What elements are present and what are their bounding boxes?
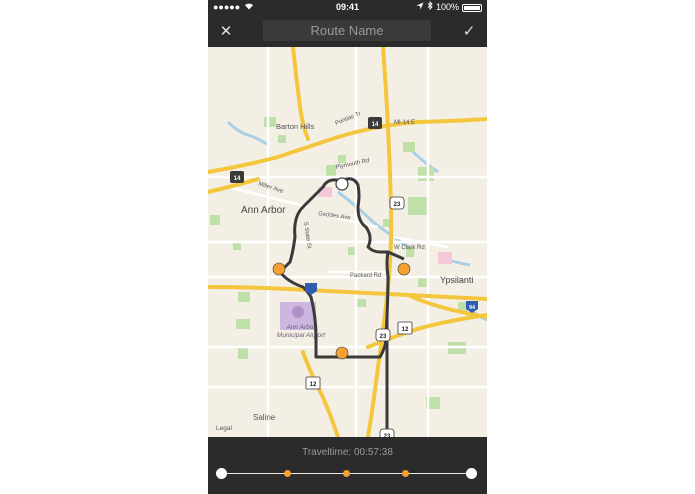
mi14e-label: MI-14 E [394, 120, 415, 126]
i14-shield-b: 14 [234, 176, 241, 182]
status-bar: ●●●●● 09:41 100% [208, 0, 487, 15]
i94-shield: 94 [469, 305, 476, 311]
traveltime-label: Traveltime: 00:57:38 [302, 447, 393, 458]
map-canvas: Ann Arbor Municipal Airport Barton Hills… [208, 47, 487, 437]
location-arrow-icon [416, 0, 424, 15]
us23-shield-b: 23 [380, 334, 387, 340]
battery-icon [462, 3, 482, 12]
airport-label-line2: Municipal Airport [277, 332, 326, 339]
barton-hills-label: Barton Hills [276, 122, 315, 131]
timeline-start-point[interactable] [216, 468, 227, 479]
timeline-stop-2[interactable] [343, 470, 350, 477]
s-state-st-label: S State St [302, 221, 312, 249]
ann-arbor-label: Ann Arbor [241, 205, 286, 216]
map-view[interactable]: Ann Arbor Municipal Airport Barton Hills… [208, 47, 487, 437]
w-clark-rd-label: W Clark Rd [394, 245, 425, 251]
us12-shield-b: 12 [310, 382, 317, 388]
confirm-button[interactable]: ✓ [453, 15, 485, 47]
nav-bar: ✕ ✓ [208, 15, 487, 47]
timeline-stop-1[interactable] [284, 470, 291, 477]
bluetooth-icon [427, 0, 433, 15]
close-icon: ✕ [219, 23, 233, 40]
legal-link[interactable]: Legal [216, 425, 232, 432]
timeline-end-point[interactable] [466, 468, 477, 479]
us12-shield-a: 12 [402, 327, 409, 333]
saline-label: Saline [253, 413, 276, 422]
us23-shield-a: 23 [394, 202, 401, 208]
pontiac-tr-label: Pontiac Tr [335, 111, 362, 127]
phone-screen: ●●●●● 09:41 100% ✕ ✓ [208, 0, 487, 494]
battery-percent: 100% [435, 2, 459, 12]
route-timeline[interactable] [208, 461, 487, 485]
ypsilanti-label: Ypsilanti [440, 275, 473, 285]
timeline-stop-3[interactable] [402, 470, 409, 477]
bottom-panel: Traveltime: 00:57:38 [208, 437, 487, 494]
packard-rd-label: Packard Rd [350, 273, 381, 279]
route-name-input[interactable] [263, 20, 431, 41]
i14-shield-a: 14 [372, 122, 379, 128]
geddes-ave-label: Geddes Ave [318, 211, 352, 222]
miller-ave-label: Miller Ave [257, 181, 284, 195]
checkmark-icon: ✓ [462, 23, 476, 40]
close-button[interactable]: ✕ [210, 15, 242, 47]
status-right: 100% [416, 0, 482, 15]
airport-label-line1: Ann Arbor [285, 324, 316, 331]
